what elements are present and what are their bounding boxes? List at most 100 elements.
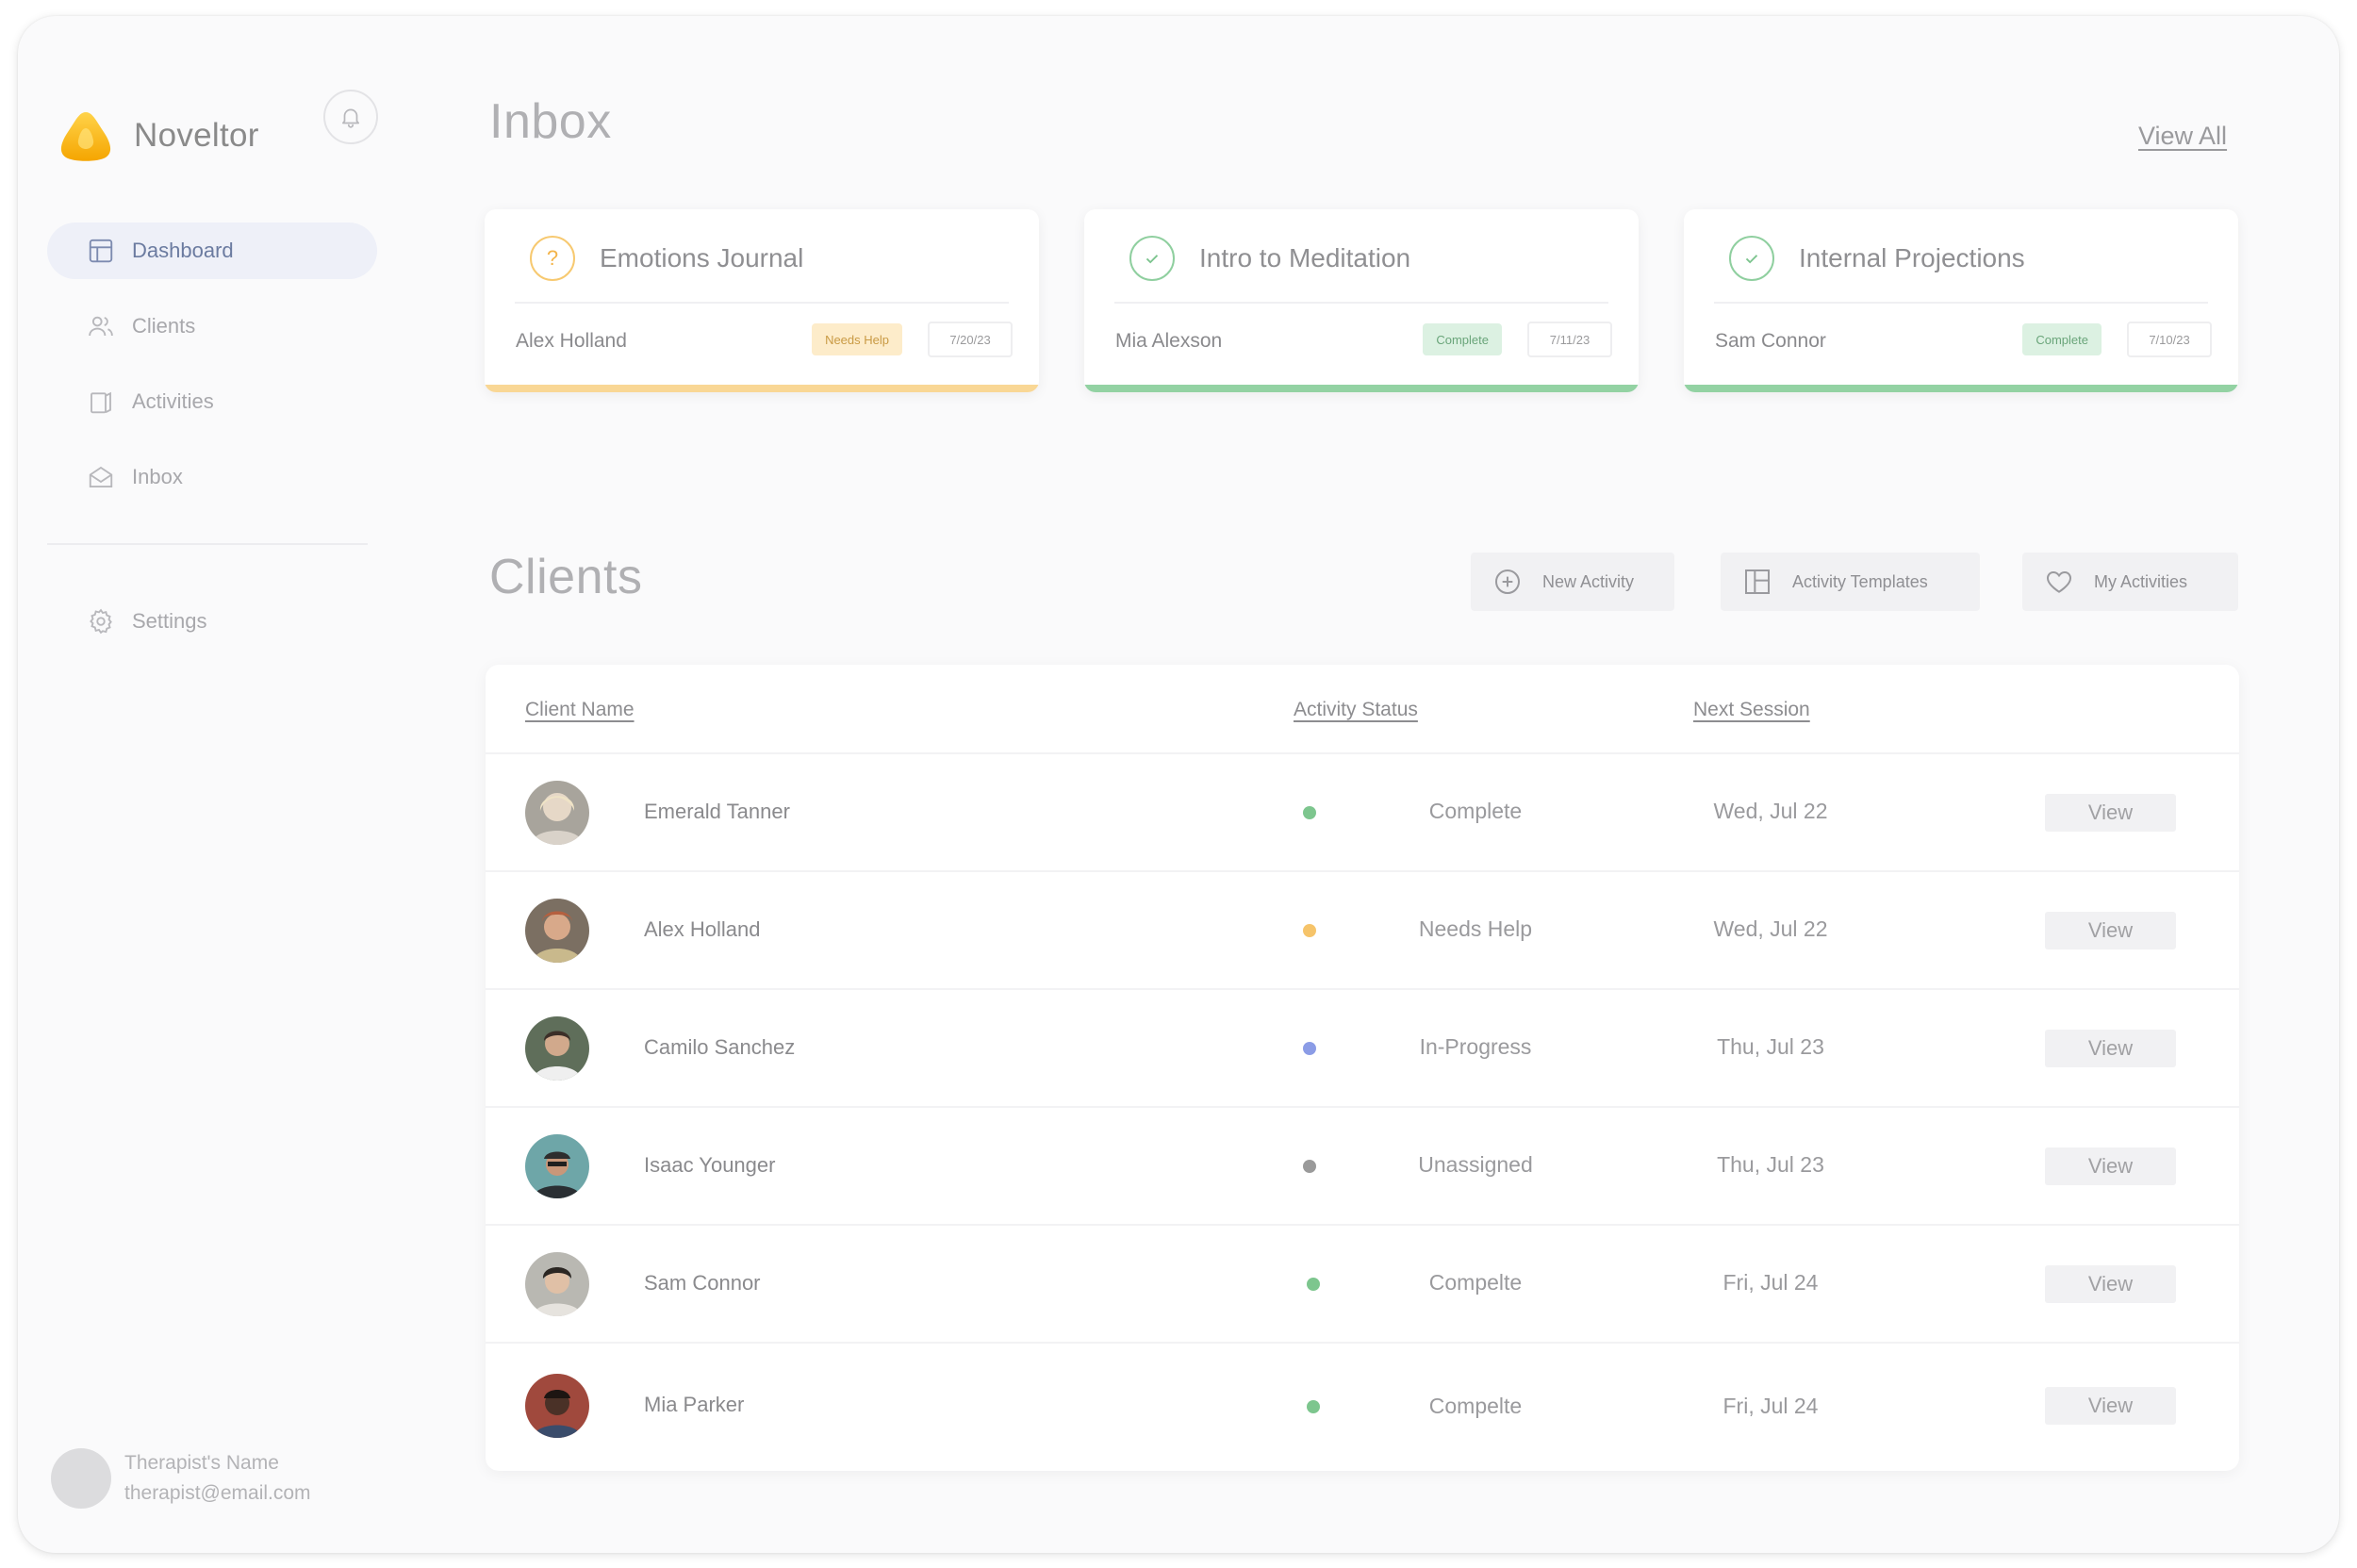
sidebar-item-label: Inbox: [132, 465, 183, 488]
view-button[interactable]: View: [2045, 1387, 2176, 1425]
sidebar-settings: Settings: [47, 593, 377, 668]
avatar: [51, 1448, 111, 1509]
activity-status: Compelte: [1428, 1394, 1523, 1418]
sidebar: Noveltor Dashboard Clients Activities In…: [18, 16, 395, 1553]
status-dot: [1303, 1160, 1316, 1173]
column-header-next-session[interactable]: Next Session: [1693, 699, 1810, 721]
inbox-title: Inbox: [489, 94, 612, 149]
activity-templates-button[interactable]: Activity Templates: [1721, 553, 1980, 611]
activity-status: Complete: [1428, 799, 1523, 823]
profile-email: therapist@email.com: [124, 1482, 311, 1504]
users-icon: [85, 310, 117, 342]
table-row[interactable]: Isaac Younger Unassigned Thu, Jul 23 Vie…: [486, 1106, 2239, 1224]
status-badge: Complete: [1423, 323, 1502, 355]
user-profile[interactable]: Therapist's Name therapist@email.com: [51, 1448, 311, 1509]
inbox-card[interactable]: Internal Projections Sam Connor Complete…: [1684, 209, 2238, 392]
view-all-link[interactable]: View All: [2138, 122, 2227, 151]
view-button[interactable]: View: [2045, 1030, 2176, 1067]
card-title: Internal Projections: [1799, 243, 2025, 272]
app-name: Noveltor: [134, 117, 259, 154]
logo-icon: [60, 112, 111, 161]
sidebar-item-label: Clients: [132, 314, 196, 338]
client-name: Alex Holland: [644, 917, 761, 941]
avatar: [525, 1134, 589, 1198]
table-row[interactable]: Mia Parker Compelte Fri, Jul 24 View: [486, 1342, 2239, 1471]
button-label: My Activities: [2094, 571, 2188, 591]
avatar: [525, 899, 589, 963]
column-header-client-name[interactable]: Client Name: [525, 699, 635, 721]
new-activity-button[interactable]: New Activity: [1471, 553, 1674, 611]
client-name: Mia Parker: [644, 1393, 745, 1416]
sidebar-item-inbox[interactable]: Inbox: [47, 449, 377, 505]
status-dot: [1303, 806, 1316, 819]
activity-status: Needs Help: [1418, 916, 1533, 941]
card-client-name: Mia Alexson: [1115, 330, 1223, 352]
avatar: [525, 781, 589, 845]
gear-icon: [85, 605, 117, 637]
brand: Noveltor: [58, 91, 259, 181]
activities-icon: [85, 386, 117, 418]
card-divider: [515, 302, 1009, 304]
activity-status: Unassigned: [1418, 1152, 1533, 1177]
app-window: Noveltor Dashboard Clients Activities In…: [18, 16, 2339, 1553]
status-dot: [1307, 1278, 1320, 1291]
status-badge: Complete: [2022, 323, 2102, 355]
table-row[interactable]: Camilo Sanchez In-Progress Thu, Jul 23 V…: [486, 988, 2239, 1106]
next-session: Fri, Jul 24: [1722, 1270, 1819, 1295]
status-dot: [1307, 1400, 1320, 1413]
status-dot: [1303, 924, 1316, 937]
card-title: Emotions Journal: [600, 243, 804, 272]
card-date: 7/11/23: [1527, 322, 1612, 357]
sidebar-item-activities[interactable]: Activities: [47, 373, 377, 430]
card-title: Intro to Meditation: [1199, 243, 1411, 272]
next-session: Wed, Jul 22: [1713, 916, 1828, 941]
card-status-bar: [1084, 385, 1639, 392]
notifications-button[interactable]: [323, 90, 378, 144]
button-label: New Activity: [1542, 571, 1635, 591]
card-client-name: Sam Connor: [1715, 330, 1826, 352]
profile-name: Therapist's Name: [124, 1452, 279, 1474]
next-session: Thu, Jul 23: [1717, 1152, 1824, 1177]
button-label: Activity Templates: [1792, 571, 1928, 591]
view-button[interactable]: View: [2045, 912, 2176, 949]
activity-status: Compelte: [1428, 1270, 1523, 1295]
card-status-bar: [1684, 385, 2238, 392]
layout-icon: [1741, 566, 1773, 598]
activity-status: In-Progress: [1419, 1034, 1532, 1059]
table-row[interactable]: Alex Holland Needs Help Wed, Jul 22 View: [486, 870, 2239, 988]
view-button[interactable]: View: [2045, 794, 2176, 832]
avatar: [525, 1016, 589, 1081]
next-session: Thu, Jul 23: [1717, 1034, 1824, 1059]
clients-table: Client Name Activity Status Next Session…: [486, 665, 2239, 1471]
envelope-icon: [85, 461, 117, 493]
view-button[interactable]: View: [2045, 1265, 2176, 1303]
sidebar-item-label: Dashboard: [132, 239, 234, 262]
my-activities-button[interactable]: My Activities: [2022, 553, 2238, 611]
sidebar-item-settings[interactable]: Settings: [47, 593, 377, 650]
inbox-card[interactable]: ? Emotions Journal Alex Holland Needs He…: [485, 209, 1039, 392]
sidebar-divider: [47, 543, 368, 545]
table-row[interactable]: Emerald Tanner Complete Wed, Jul 22 View: [486, 752, 2239, 870]
client-name: Isaac Younger: [644, 1153, 776, 1177]
client-name: Sam Connor: [644, 1271, 761, 1295]
next-session: Wed, Jul 22: [1713, 799, 1828, 823]
view-button[interactable]: View: [2045, 1147, 2176, 1185]
dashboard-icon: [85, 235, 117, 267]
inbox-card[interactable]: Intro to Meditation Mia Alexson Complete…: [1084, 209, 1639, 392]
next-session: Fri, Jul 24: [1722, 1394, 1819, 1418]
heart-icon: [2043, 566, 2075, 598]
sidebar-item-label: Activities: [132, 389, 214, 413]
sidebar-item-dashboard[interactable]: Dashboard: [47, 223, 377, 279]
status-badge: Needs Help: [812, 323, 902, 355]
sidebar-item-clients[interactable]: Clients: [47, 298, 377, 355]
plus-circle-icon: [1492, 566, 1524, 598]
card-date: 7/20/23: [928, 322, 1013, 357]
client-name: Camilo Sanchez: [644, 1035, 796, 1059]
check-icon: [1129, 236, 1175, 281]
card-date: 7/10/23: [2127, 322, 2212, 357]
card-divider: [1114, 302, 1608, 304]
table-row[interactable]: Sam Connor Compelte Fri, Jul 24 View: [486, 1224, 2239, 1342]
card-divider: [1714, 302, 2208, 304]
column-header-activity-status[interactable]: Activity Status: [1294, 699, 1418, 721]
card-status-bar: [485, 385, 1039, 392]
